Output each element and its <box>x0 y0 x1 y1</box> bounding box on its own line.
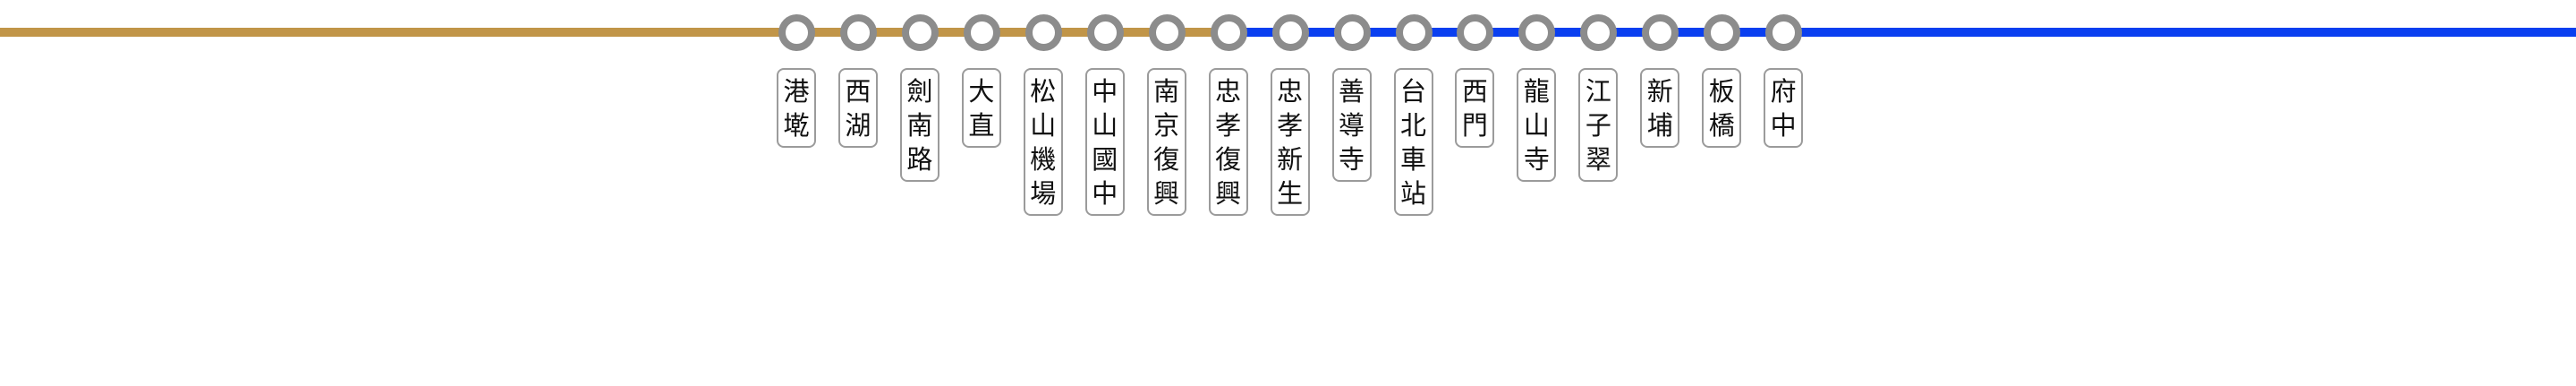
station-label: 善 導 寺 <box>1331 68 1372 182</box>
station-dot <box>1086 14 1124 51</box>
station-name: 松 山 機 場 <box>1030 76 1057 209</box>
station-dot <box>1765 14 1803 51</box>
station-label: 西 門 <box>1455 68 1495 148</box>
station-label: 台 北 車 站 <box>1393 68 1433 216</box>
station-label: 中 山 國 中 <box>1084 68 1125 216</box>
station-name: 江 子 翠 <box>1585 76 1611 175</box>
station-label: 西 湖 <box>837 68 878 148</box>
station-name: 台 北 車 站 <box>1399 76 1426 209</box>
station-dot <box>1457 14 1494 51</box>
station-label: 府 中 <box>1764 68 1804 148</box>
station-dot <box>839 14 877 51</box>
station-dot <box>901 14 939 51</box>
station-dot <box>1210 14 1247 51</box>
station-name: 劍 南 路 <box>906 76 933 175</box>
station-label: 江 子 翠 <box>1578 68 1619 182</box>
station-name: 港 墘 <box>783 76 810 141</box>
station-name: 板 橋 <box>1708 76 1735 141</box>
station-name: 府 中 <box>1770 76 1797 141</box>
station-name: 新 埔 <box>1646 76 1673 141</box>
station-dot <box>963 14 1000 51</box>
station-name: 忠 孝 新 生 <box>1277 76 1304 209</box>
station-dot <box>1333 14 1371 51</box>
station-dot <box>778 14 815 51</box>
station-label: 劍 南 路 <box>899 68 939 182</box>
station-dot <box>1704 14 1741 51</box>
station-label: 新 埔 <box>1640 68 1680 148</box>
station-name: 南 京 復 興 <box>1153 76 1180 209</box>
station-label: 大 直 <box>961 68 1001 148</box>
station-name: 龍 山 寺 <box>1523 76 1550 175</box>
station-label: 忠 孝 復 興 <box>1208 68 1248 216</box>
station-name: 西 湖 <box>845 76 871 141</box>
station-label: 松 山 機 場 <box>1023 68 1063 216</box>
station-name: 西 門 <box>1461 76 1488 141</box>
station-dot <box>1580 14 1618 51</box>
station-dot <box>1518 14 1556 51</box>
station-name: 善 導 寺 <box>1339 76 1365 175</box>
station-label: 港 墘 <box>777 68 816 148</box>
station-dot <box>1148 14 1186 51</box>
station-name: 中 山 國 中 <box>1092 76 1118 209</box>
station-label: 南 京 復 興 <box>1146 68 1186 216</box>
station-dot <box>1642 14 1679 51</box>
station-label: 板 橋 <box>1702 68 1742 148</box>
station-dot <box>1395 14 1433 51</box>
station-name: 忠 孝 復 興 <box>1215 76 1242 209</box>
station-name: 大 直 <box>968 76 995 141</box>
station-label: 龍 山 寺 <box>1517 68 1557 182</box>
station-label: 忠 孝 新 生 <box>1270 68 1310 216</box>
station-dot <box>1271 14 1309 51</box>
route-map-canvas: 港 墘西 湖劍 南 路大 直松 山 機 場中 山 國 中南 京 復 興忠 孝 復… <box>0 0 2576 386</box>
station-dot <box>1024 14 1062 51</box>
